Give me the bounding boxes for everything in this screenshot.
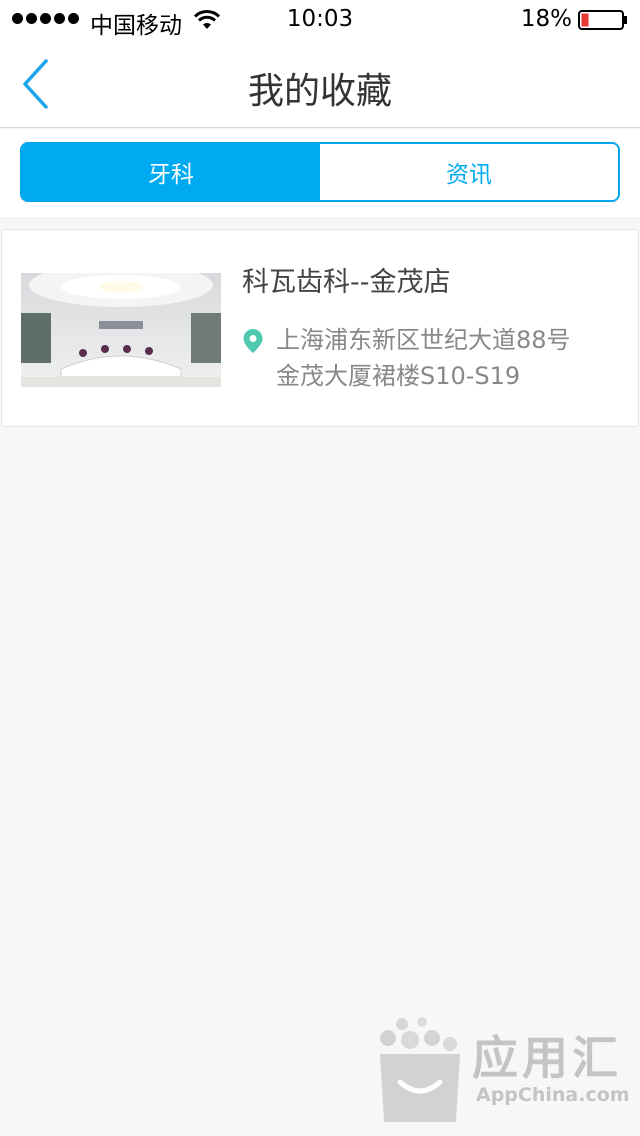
category-segmented-control: 牙科 资讯 — [20, 142, 620, 202]
clinic-photo — [21, 273, 221, 387]
battery-icon — [578, 10, 627, 30]
appchina-logo-icon — [380, 1017, 460, 1122]
clinic-address: 上海浦东新区世纪大道88号 金茂大厦裙楼S10-S19 — [276, 322, 626, 394]
tab-dental[interactable]: 牙科 — [22, 144, 320, 200]
segment-container: 牙科 资讯 — [0, 129, 640, 219]
navigation-bar: 我的收藏 — [0, 40, 640, 128]
map-pin-icon — [243, 329, 263, 353]
status-bar: 中国移动 10:03 18% — [0, 0, 640, 40]
appchina-watermark: 应用汇 AppChina.com — [372, 1014, 632, 1126]
page-title: 我的收藏 — [247, 71, 392, 112]
address-line-2: 金茂大厦裙楼S10-S19 — [276, 362, 521, 390]
tab-news[interactable]: 资讯 — [320, 144, 618, 200]
watermark-url: AppChina.com — [476, 1084, 630, 1106]
clinic-name: 科瓦齿科--金茂店 — [242, 267, 451, 298]
favorite-clinic-card[interactable]: 科瓦齿科--金茂店 上海浦东新区世纪大道88号 金茂大厦裙楼S10-S19 — [1, 229, 639, 427]
battery-percent: 18% — [520, 6, 572, 32]
watermark-name: 应用汇 — [472, 1031, 622, 1085]
address-line-1: 上海浦东新区世纪大道88号 — [276, 326, 571, 354]
